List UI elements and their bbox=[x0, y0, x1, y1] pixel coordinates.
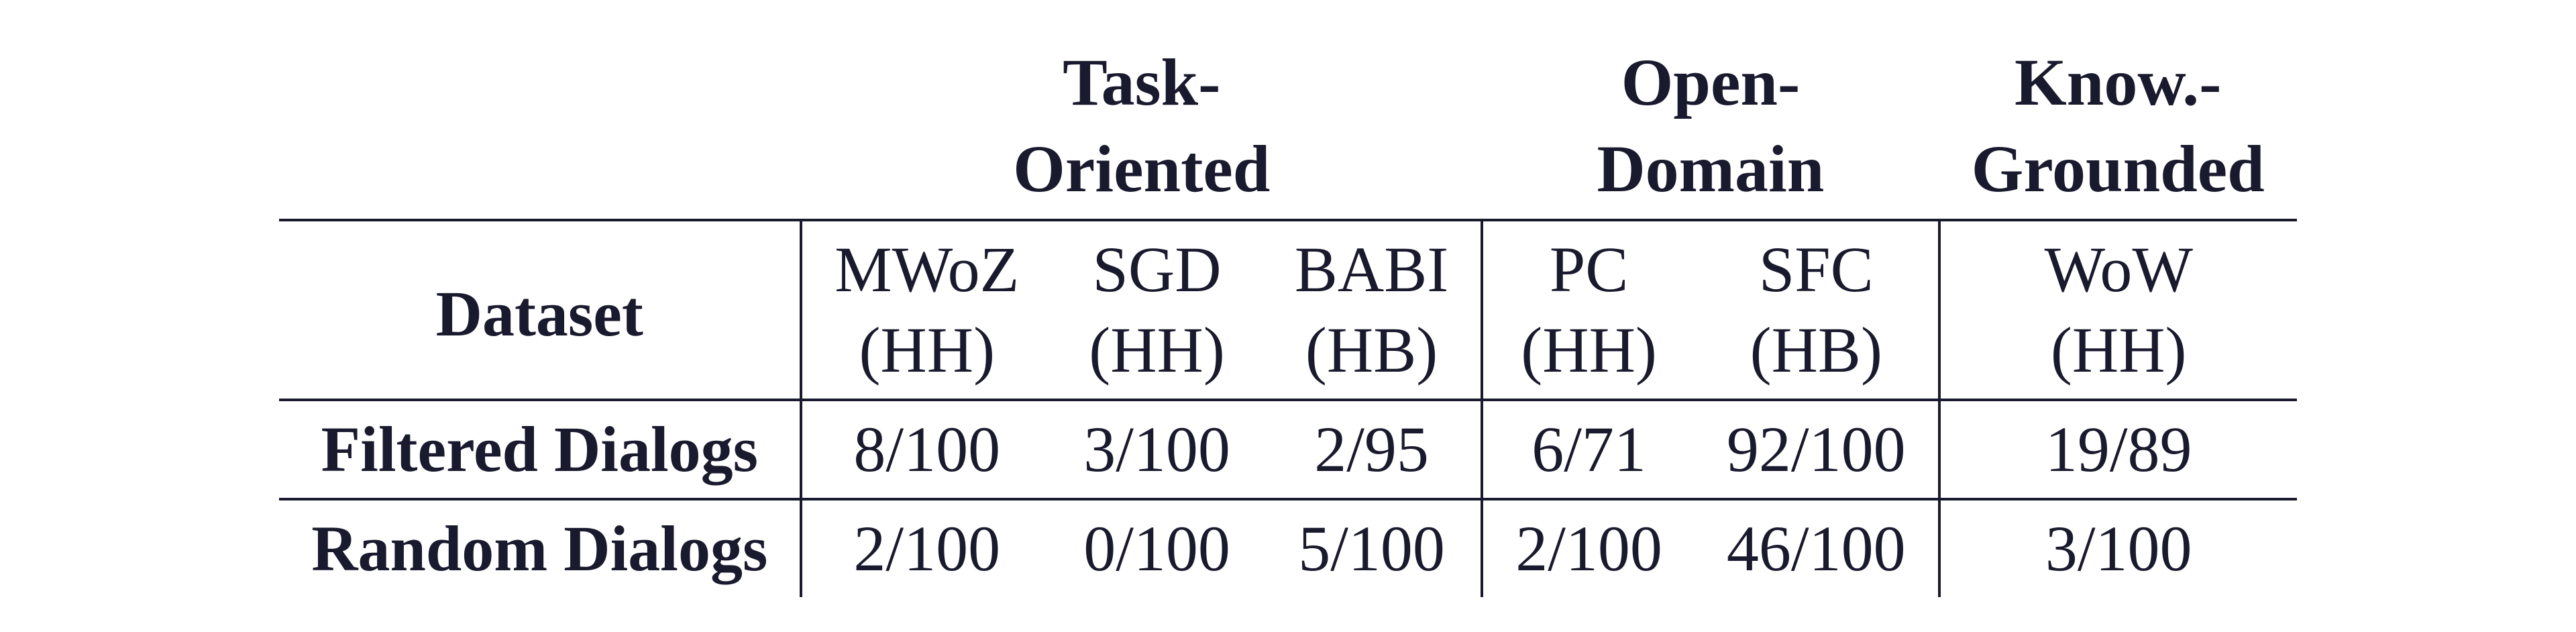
col-babi-l1: BABI bbox=[1263, 220, 1482, 310]
cell-filtered-pc: 6/71 bbox=[1482, 400, 1695, 499]
dataset-label: Dataset bbox=[279, 220, 801, 400]
cell-random-mwoz: 2/100 bbox=[801, 499, 1051, 597]
col-sfc-l2: (HB) bbox=[1695, 310, 1939, 400]
cell-random-wow: 3/100 bbox=[1939, 499, 2297, 597]
col-wow-l1: WoW bbox=[1939, 220, 2297, 310]
row-label-filtered: Filtered Dialogs bbox=[279, 400, 801, 499]
cell-random-pc: 2/100 bbox=[1482, 499, 1695, 597]
col-mwoz-l1: MWoZ bbox=[801, 220, 1051, 310]
col-pc-l1: PC bbox=[1482, 220, 1695, 310]
cell-random-sfc: 46/100 bbox=[1695, 499, 1939, 597]
table-row-filtered: Filtered Dialogs 8/100 3/100 2/95 6/71 9… bbox=[279, 400, 2297, 499]
col-mwoz-l2: (HH) bbox=[801, 310, 1051, 400]
header-know-grounded-l2: Grounded bbox=[1939, 125, 2297, 220]
results-table: Task- Open- Know.- Oriented Domain Groun… bbox=[279, 35, 2297, 597]
table-row-random: Random Dialogs 2/100 0/100 5/100 2/100 4… bbox=[279, 499, 2297, 597]
header-group-row-1: Task- Open- Know.- bbox=[279, 35, 2297, 125]
col-wow-l2: (HH) bbox=[1939, 310, 2297, 400]
cell-filtered-wow: 19/89 bbox=[1939, 400, 2297, 499]
header-task-oriented-l2: Oriented bbox=[801, 125, 1482, 220]
cell-filtered-mwoz: 8/100 bbox=[801, 400, 1051, 499]
row-label-random: Random Dialogs bbox=[279, 499, 801, 597]
cell-random-babi: 5/100 bbox=[1263, 499, 1482, 597]
col-pc-l2: (HH) bbox=[1482, 310, 1695, 400]
header-task-oriented-l1: Task- bbox=[801, 35, 1482, 125]
column-header-row-1: Dataset MWoZ SGD BABI PC SFC WoW bbox=[279, 220, 2297, 310]
cell-filtered-sfc: 92/100 bbox=[1695, 400, 1939, 499]
header-know-grounded-l1: Know.- bbox=[1939, 35, 2297, 125]
header-open-domain-l2: Domain bbox=[1482, 125, 1939, 220]
col-sgd-l2: (HH) bbox=[1051, 310, 1263, 400]
cell-random-sgd: 0/100 bbox=[1051, 499, 1263, 597]
header-group-row-2: Oriented Domain Grounded bbox=[279, 125, 2297, 220]
col-sfc-l1: SFC bbox=[1695, 220, 1939, 310]
header-open-domain-l1: Open- bbox=[1482, 35, 1939, 125]
cell-filtered-babi: 2/95 bbox=[1263, 400, 1482, 499]
col-babi-l2: (HB) bbox=[1263, 310, 1482, 400]
cell-filtered-sgd: 3/100 bbox=[1051, 400, 1263, 499]
col-sgd-l1: SGD bbox=[1051, 220, 1263, 310]
